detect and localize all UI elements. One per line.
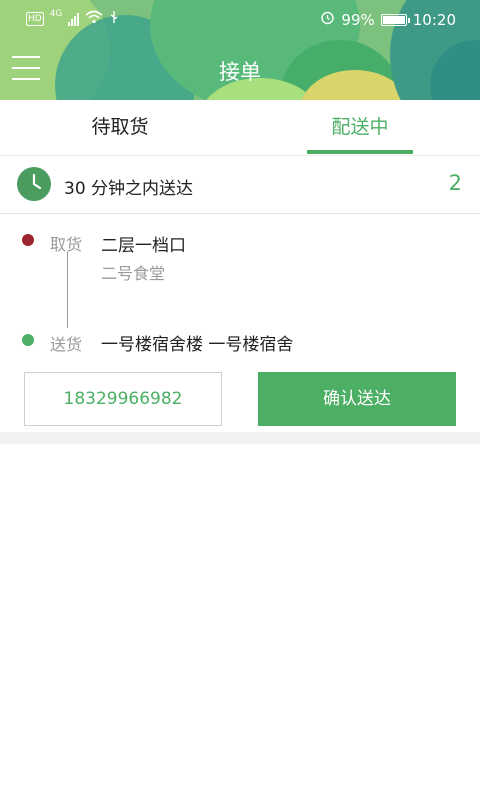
delivery-time-limit: 30 分钟之内送达 [64,179,194,199]
order-time-row: 30 分钟之内送达 2 [0,156,480,214]
signal-icon [68,12,80,26]
network-type: 4G [49,9,63,19]
order-count: 2 [448,171,462,195]
phone-button[interactable]: 18329966982 [24,372,222,426]
usb-icon [109,10,119,28]
clock-icon [17,167,51,201]
header-bar: HD 4G 99% 10:20 接单 [0,0,480,100]
clock-time: 10:20 [412,10,456,29]
active-tab-indicator [307,150,413,154]
pickup-address: 二层一档口 [101,236,186,256]
pickup-label: 取货 [50,235,83,254]
pickup-place: 二号食堂 [101,264,166,283]
page-title: 接单 [219,60,261,84]
status-bar: HD 4G 99% 10:20 [0,0,480,40]
battery-percent: 99% [341,10,375,29]
confirm-delivery-button[interactable]: 确认送达 [258,372,456,426]
battery-icon [380,13,410,26]
alarm-icon [320,10,335,29]
delivery-label: 送货 [50,335,83,354]
tab-delivering[interactable]: 配送中 [240,100,480,156]
pickup-dot-icon [22,234,34,246]
tab-bar: 待取货 配送中 [0,100,480,156]
delivery-dot-icon [22,334,34,346]
tab-pending-pickup[interactable]: 待取货 [0,100,240,156]
route-line [67,252,68,328]
delivery-address: 一号楼宿舍楼 一号楼宿舍 [101,335,294,355]
wifi-icon [85,10,103,28]
hd-icon: HD [26,12,44,26]
section-divider [0,432,480,444]
